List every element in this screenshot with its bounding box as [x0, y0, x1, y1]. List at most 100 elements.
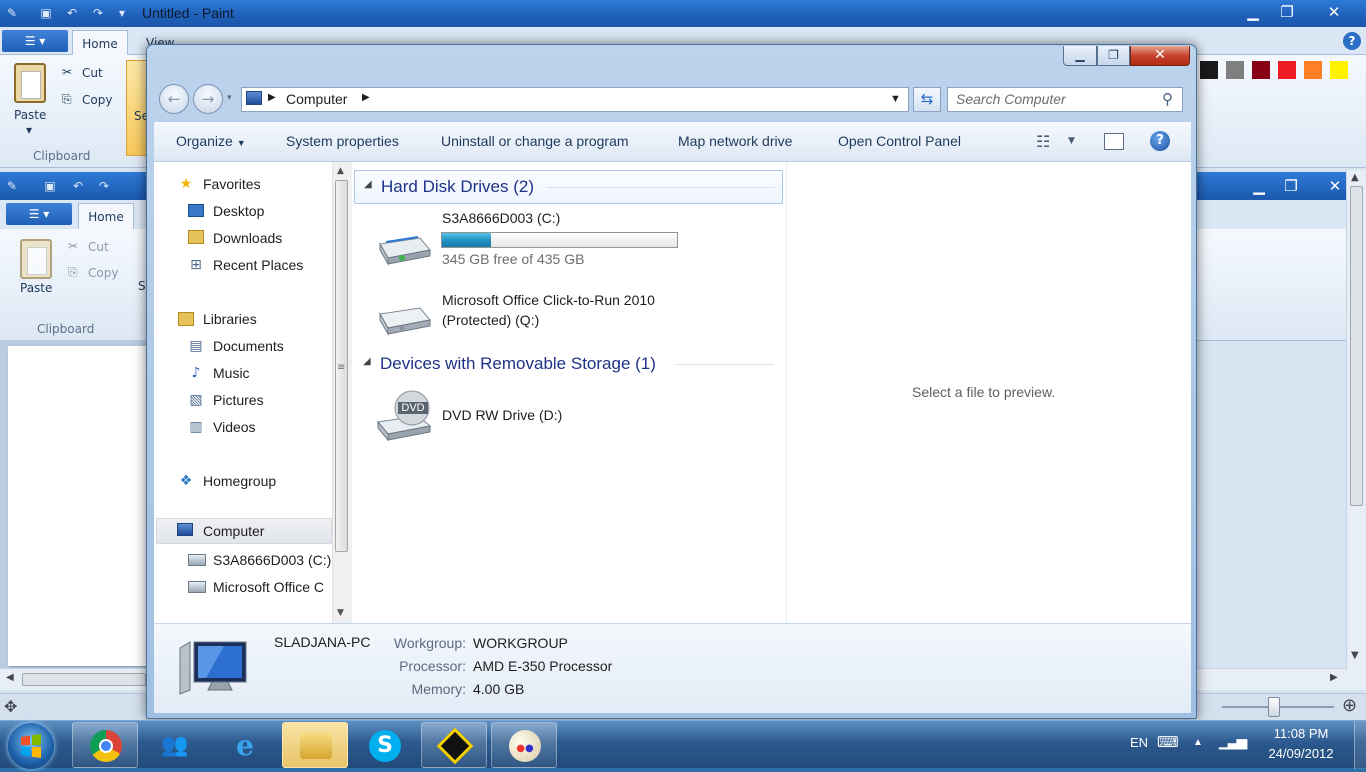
paint2-menu-button[interactable]: ☰ ▾	[6, 203, 72, 225]
paint2-maximize-button[interactable]: ❐	[1270, 174, 1312, 198]
scroll-down-icon[interactable]: ▼	[1351, 650, 1359, 661]
scroll-right-icon[interactable]: ▶	[1330, 672, 1338, 683]
start-button[interactable]	[8, 723, 54, 769]
paste-button[interactable]: Paste	[14, 108, 46, 122]
organize-button[interactable]: Organize ▼	[176, 133, 246, 149]
taskbar-app[interactable]	[421, 722, 487, 768]
nav-drive-q[interactable]: Microsoft Office C	[213, 579, 329, 595]
nav-libraries[interactable]: Libraries	[203, 311, 257, 327]
memory-label: Memory:	[411, 681, 466, 697]
scroll-up-icon[interactable]: ▲	[1351, 172, 1359, 183]
show-desktop-button[interactable]	[1354, 721, 1366, 769]
address-bar[interactable]: ▶ Computer ▶ ▼	[241, 87, 909, 112]
nav-documents[interactable]: Documents	[213, 338, 284, 354]
clock-date[interactable]: 24/09/2012	[1261, 746, 1341, 761]
nav-desktop[interactable]: Desktop	[213, 203, 264, 219]
address-dropdown-icon[interactable]: ▼	[890, 93, 901, 105]
forward-button[interactable]: →	[193, 84, 223, 114]
paint2-save-icon[interactable]: ▣	[42, 178, 58, 194]
help-icon[interactable]: ?	[1343, 32, 1361, 50]
view-dropdown-icon[interactable]: ▼	[1068, 136, 1075, 146]
redo-icon[interactable]: ↷	[90, 5, 106, 21]
paint-menu-button[interactable]: ☰ ▾	[2, 30, 68, 52]
explorer-close-button[interactable]: ✕	[1130, 46, 1190, 66]
taskbar-skype[interactable]: S	[351, 722, 417, 768]
taskbar-people[interactable]: 👥	[141, 722, 207, 768]
paint2-cut-button[interactable]: Cut	[88, 240, 109, 254]
nav-favorites[interactable]: Favorites	[203, 176, 261, 192]
taskbar-chrome[interactable]	[72, 722, 138, 768]
collapse-icon[interactable]: ◢	[364, 179, 372, 190]
maximize-button[interactable]: ❐	[1266, 0, 1308, 24]
explorer-minimize-button[interactable]: ▁	[1063, 46, 1097, 66]
zoom-slider-thumb[interactable]	[1268, 697, 1280, 717]
save-icon[interactable]: ▣	[38, 5, 54, 21]
paint2-redo-icon[interactable]: ↷	[96, 178, 112, 194]
cut-button[interactable]: Cut	[82, 66, 103, 80]
nav-pane-scrollbar[interactable]: ▲ ≡ ▼	[332, 162, 349, 623]
breadcrumb-separator-icon[interactable]: ▶	[268, 92, 276, 103]
clock-time[interactable]: 11:08 PM	[1261, 726, 1341, 741]
nav-scroll-up-icon[interactable]: ▲	[337, 166, 344, 176]
nav-recent-places[interactable]: Recent Places	[213, 257, 303, 273]
zoom-in-icon[interactable]: ⊕	[1342, 695, 1357, 716]
nav-computer-selected[interactable]: Computer	[156, 518, 332, 544]
show-hidden-icons[interactable]: ▲	[1193, 737, 1203, 748]
paint2-paste-button[interactable]: Paste	[20, 281, 52, 295]
paint2-tab-home[interactable]: Home	[78, 203, 134, 229]
paste-dropdown-icon[interactable]: ▾	[26, 123, 32, 137]
paint2-app-icon[interactable]: ✎	[4, 178, 20, 194]
paint2-paste-icon[interactable]	[20, 239, 52, 279]
preview-pane-icon[interactable]	[1104, 133, 1124, 150]
search-box[interactable]: Search Computer ⚲	[947, 87, 1183, 112]
hdd-group-header[interactable]: ◢ Hard Disk Drives (2)	[354, 170, 783, 204]
search-icon[interactable]: ⚲	[1162, 90, 1173, 108]
color-palette[interactable]	[1190, 61, 1360, 83]
nav-homegroup[interactable]: Homegroup	[203, 473, 276, 489]
undo-icon[interactable]: ↶	[64, 5, 80, 21]
scroll-left-icon[interactable]: ◀	[6, 672, 14, 683]
open-control-panel-button[interactable]: Open Control Panel	[838, 133, 961, 149]
qat-dropdown-icon[interactable]: ▾	[114, 5, 130, 21]
nav-videos[interactable]: Videos	[213, 419, 256, 435]
paint-title-bar[interactable]: ✎ ▣ ↶ ↷ ▾ Untitled - Paint ▁ ❐ ✕	[0, 0, 1366, 27]
breadcrumb-chevron-icon[interactable]: ▶	[362, 92, 370, 103]
paint-hscroll-thumb[interactable]	[22, 673, 146, 686]
recent-pages-icon[interactable]: ▾	[227, 93, 232, 103]
breadcrumb-computer[interactable]: Computer	[286, 91, 347, 107]
taskbar-explorer[interactable]	[282, 722, 348, 768]
system-properties-button[interactable]: System properties	[286, 133, 399, 149]
nav-computer[interactable]: Computer	[203, 523, 264, 539]
help-icon[interactable]: ?	[1150, 131, 1170, 151]
nav-pictures[interactable]: Pictures	[213, 392, 264, 408]
nav-music[interactable]: Music	[213, 365, 250, 381]
keyboard-icon[interactable]: ⌨	[1157, 733, 1179, 751]
collapse-removable-icon[interactable]: ◢	[363, 356, 371, 367]
paint-app-icon[interactable]: ✎	[4, 5, 20, 21]
copy-button[interactable]: Copy	[82, 93, 112, 107]
close-button[interactable]: ✕	[1310, 0, 1358, 24]
nav-downloads[interactable]: Downloads	[213, 230, 282, 246]
nav-drive-c[interactable]: S3A8666D003 (C:)	[213, 552, 331, 568]
paint-canvas[interactable]	[8, 346, 150, 666]
paste-icon[interactable]	[14, 63, 46, 103]
taskbar-paint[interactable]: ●●	[491, 722, 557, 768]
paint2-undo-icon[interactable]: ↶	[70, 178, 86, 194]
refresh-button[interactable]: ⇆	[913, 87, 941, 112]
paint2-copy-button[interactable]: Copy	[88, 266, 118, 280]
nav-scroll-down-icon[interactable]: ▼	[337, 608, 344, 618]
explorer-maximize-button[interactable]: ❐	[1097, 46, 1130, 66]
uninstall-program-button[interactable]: Uninstall or change a program	[441, 133, 629, 149]
network-icon[interactable]: ▁▃▅	[1219, 733, 1247, 750]
tab-home[interactable]: Home	[72, 30, 128, 56]
map-network-drive-button[interactable]: Map network drive	[678, 133, 792, 149]
removable-group-header[interactable]: ◢ Devices with Removable Storage (1)	[354, 348, 783, 378]
back-button[interactable]: ←	[159, 84, 189, 114]
paint-vertical-scrollbar[interactable]: ▲ ▼	[1346, 170, 1366, 670]
paint-vscroll-thumb[interactable]	[1350, 186, 1363, 506]
drive-c-name: S3A8666D003 (C:)	[442, 210, 561, 226]
language-indicator[interactable]: EN	[1130, 735, 1148, 750]
select-button[interactable]: Se	[126, 60, 149, 156]
view-options-icon[interactable]: ☷	[1036, 132, 1050, 151]
taskbar-ie[interactable]: e	[211, 722, 277, 768]
